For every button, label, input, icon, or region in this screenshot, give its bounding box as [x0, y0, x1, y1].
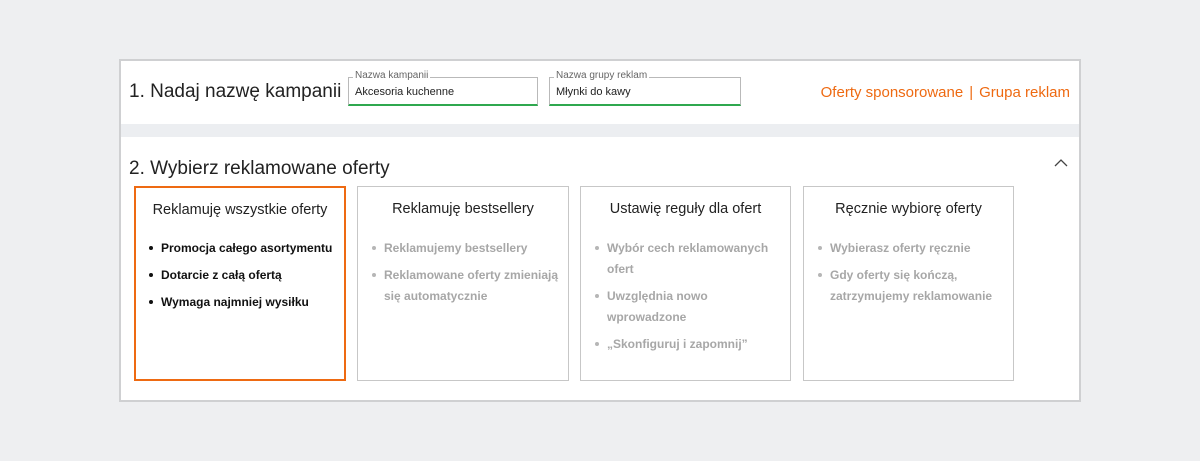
list-item: Gdy oferty się kończą, zatrzymujemy rekl…: [818, 265, 1005, 307]
offer-option-rules[interactable]: Ustawię reguły dla ofert Wybór cech rekl…: [580, 186, 791, 381]
card-title: Ustawię reguły dla ofert: [609, 201, 762, 217]
offer-option-manual[interactable]: Ręcznie wybiorę oferty Wybierasz oferty …: [803, 186, 1014, 381]
campaign-type-label: Oferty sponsorowane: [820, 84, 964, 101]
card-feature-list: Promocja całego asortymentu Dotarcie z c…: [149, 238, 336, 319]
ad-group-name-label: Nazwa grupy reklam: [554, 70, 650, 82]
card-title: Reklamuję bestsellery: [392, 201, 534, 217]
card-title: Reklamuję wszystkie oferty: [152, 202, 328, 218]
list-item: Dotarcie z całą ofertą: [149, 265, 336, 286]
campaign-name-value[interactable]: Akcesoria kuchenne: [355, 86, 454, 98]
list-item: Uwzględnia nowo wprowadzone: [595, 286, 782, 328]
section-1-title: 1. Nadaj nazwę kampanii: [129, 81, 342, 102]
chevron-up-icon[interactable]: [1053, 156, 1069, 170]
ad-group-name-value[interactable]: Młynki do kawy: [556, 86, 631, 98]
card-title: Ręcznie wybiorę oferty: [835, 201, 982, 217]
campaign-name-section: 1. Nadaj nazwę kampanii Nazwa kampanii A…: [121, 61, 1079, 123]
offer-option-bestsellers[interactable]: Reklamuję bestsellery Reklamujemy bestse…: [357, 186, 569, 381]
campaign-name-field[interactable]: Nazwa kampanii Akcesoria kuchenne: [348, 70, 538, 106]
card-feature-list: Reklamujemy bestsellery Reklamowane ofer…: [372, 238, 560, 313]
list-item: Reklamowane oferty zmieniają się automat…: [372, 265, 560, 307]
campaign-context: Oferty sponsorowane | Grupa reklam: [821, 84, 1070, 101]
context-separator: |: [969, 84, 974, 101]
list-item: Wybór cech reklamowanych ofert: [595, 238, 782, 280]
section-2-title: 2. Wybierz reklamowane oferty: [129, 158, 390, 179]
list-item: Wybierasz oferty ręcznie: [818, 238, 1005, 259]
card-feature-list: Wybór cech reklamowanych ofert Uwzględni…: [595, 238, 782, 361]
campaign-panel: 1. Nadaj nazwę kampanii Nazwa kampanii A…: [119, 59, 1081, 402]
ad-group-label: Grupa reklam: [979, 84, 1070, 101]
section-divider: [121, 124, 1079, 137]
list-item: „Skonfiguruj i zapomnij”: [595, 334, 782, 355]
ad-group-name-field[interactable]: Nazwa grupy reklam Młynki do kawy: [549, 70, 741, 106]
list-item: Reklamujemy bestsellery: [372, 238, 560, 259]
card-feature-list: Wybierasz oferty ręcznie Gdy oferty się …: [818, 238, 1005, 313]
list-item: Wymaga najmniej wysiłku: [149, 292, 336, 313]
offer-option-all[interactable]: Reklamuję wszystkie oferty Promocja całe…: [134, 186, 346, 381]
list-item: Promocja całego asortymentu: [149, 238, 336, 259]
campaign-name-label: Nazwa kampanii: [353, 70, 431, 82]
